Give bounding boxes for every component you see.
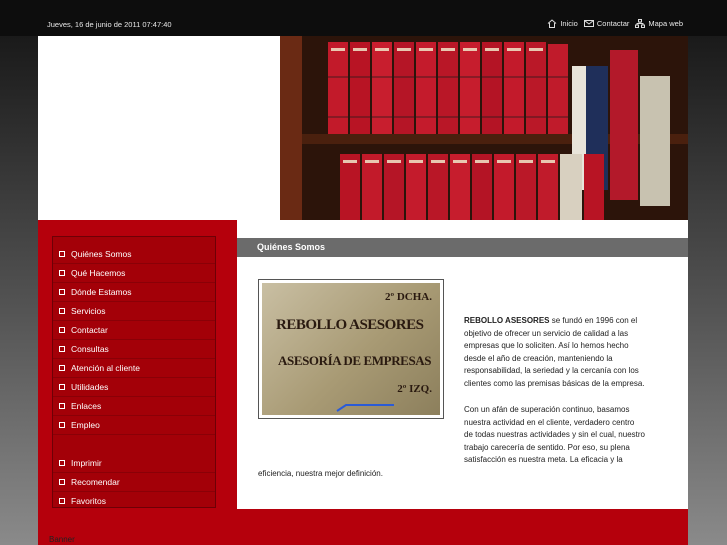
home-link-label: Inicio (560, 19, 578, 28)
main-menu: Quiénes Somos Qué Hacemos Dónde Estamos … (52, 236, 216, 508)
p2-last-line: eficiencia, nuestra mejor definición. (258, 469, 383, 478)
bullet-icon (59, 421, 65, 428)
bullet-icon (59, 307, 65, 314)
sign-arrow (336, 404, 394, 412)
section-title: Quiénes Somos (237, 238, 688, 257)
p1-line-5: clientes como las premisas básicas de la… (464, 378, 645, 388)
sitemap-link[interactable]: Mapa web (635, 19, 683, 28)
menu-item-label: Favoritos (71, 495, 106, 506)
bullet-icon (59, 345, 65, 352)
menu-item-label: Servicios (71, 305, 106, 316)
bullet-icon (59, 269, 65, 276)
company-name: REBOLLO ASESORES (464, 316, 550, 325)
mission-paragraph: Con un afán de superación continuo, basa… (464, 404, 684, 467)
p2-line-3: trabajo carecería de sentido. Por eso, s… (464, 442, 630, 452)
footer (38, 509, 688, 545)
menu-item-label: Empleo (71, 419, 100, 430)
main-content: Quiénes Somos 2º DCHA. REBOLLO ASESORES … (237, 220, 688, 509)
date-label: Jueves, 16 de junio de 2011 07:47:40 (47, 20, 172, 29)
menu-item-label: Dónde Estamos (71, 286, 132, 297)
p1-line-0: se fundó en 1996 con el (549, 316, 638, 325)
contact-link[interactable]: Contactar (583, 19, 630, 28)
p2-line-0: Con un afán de superación continuo, basa… (464, 405, 630, 414)
p1-line-4: responsabilidad, la seriedad y la cercan… (464, 366, 639, 376)
menu-item-consultas[interactable]: Consultas (53, 339, 215, 359)
envelope-icon (583, 20, 594, 27)
menu-item-label: Enlaces (71, 400, 102, 411)
menu-item-contactar[interactable]: Contactar (53, 320, 215, 340)
menu-item-donde-estamos[interactable]: Dónde Estamos (53, 282, 215, 302)
sitemap-link-label: Mapa web (648, 19, 683, 28)
menu-item-imprimir[interactable]: Imprimir (53, 453, 215, 473)
bullet-icon (59, 459, 65, 466)
menu-item-label: Atención al cliente (71, 362, 140, 373)
bullet-icon (59, 364, 65, 371)
top-links: Inicio Contactar Mapa web (547, 19, 683, 28)
banner-label: Banner (49, 535, 75, 544)
bullet-icon (59, 497, 65, 504)
p1-line-3: desde el año de creación, manteniendo la (464, 353, 613, 363)
page-frame: Quiénes Somos Qué Hacemos Dónde Estamos … (38, 36, 688, 545)
bullet-icon (59, 402, 65, 409)
p1-line-2: empresas que lo soliciten. Así lo hemos … (464, 341, 629, 351)
home-icon (548, 19, 557, 28)
p2-line-4: satisfacción es nuestra meta. La eficaci… (464, 455, 623, 465)
p2-line-1: nuestra actividad en el cliente, verdade… (464, 417, 635, 427)
bullet-icon (59, 250, 65, 257)
menu-item-label: Quiénes Somos (71, 248, 132, 259)
office-sign-photo: 2º DCHA. REBOLLO ASESORES ASESORÍA DE EM… (258, 279, 444, 419)
logo-area (38, 36, 280, 220)
p1-line-1: objetivo de ofrecer un servicio de calid… (464, 328, 629, 338)
bookshelf-illustration (280, 36, 688, 220)
menu-item-label: Imprimir (71, 457, 102, 468)
menu-item-label: Utilidades (71, 381, 109, 392)
menu-item-recomendar[interactable]: Recomendar (53, 472, 215, 492)
menu-item-favoritos[interactable]: Favoritos (53, 491, 215, 510)
bullet-icon (59, 288, 65, 295)
top-bar: Jueves, 16 de junio de 2011 07:47:40 Ini… (0, 0, 727, 36)
intro-paragraph: REBOLLO ASESORES se fundó en 1996 con el… (464, 315, 684, 391)
office-sign: 2º DCHA. REBOLLO ASESORES ASESORÍA DE EM… (262, 283, 440, 415)
menu-item-label: Contactar (71, 324, 108, 335)
p2-line-2: de todas nuestras actividades y sin el c… (464, 430, 645, 440)
menu-item-label: Consultas (71, 343, 109, 354)
menu-item-label: Qué Hacemos (71, 267, 126, 278)
menu-item-enlaces[interactable]: Enlaces (53, 396, 215, 416)
menu-item-servicios[interactable]: Servicios (53, 301, 215, 321)
menu-item-que-hacemos[interactable]: Qué Hacemos (53, 263, 215, 283)
bullet-icon (59, 478, 65, 485)
bullet-icon (59, 326, 65, 333)
menu-item-atencion-cliente[interactable]: Atención al cliente (53, 358, 215, 378)
bullet-icon (59, 383, 65, 390)
home-link[interactable]: Inicio (547, 19, 578, 28)
menu-item-empleo[interactable]: Empleo (53, 415, 215, 435)
menu-item-quienes-somos[interactable]: Quiénes Somos (53, 244, 215, 264)
sitemap-icon (635, 19, 646, 28)
contact-link-label: Contactar (596, 19, 630, 28)
bookshelf-photo (280, 36, 688, 220)
menu-item-utilidades[interactable]: Utilidades (53, 377, 215, 397)
menu-item-label: Recomendar (71, 476, 120, 487)
